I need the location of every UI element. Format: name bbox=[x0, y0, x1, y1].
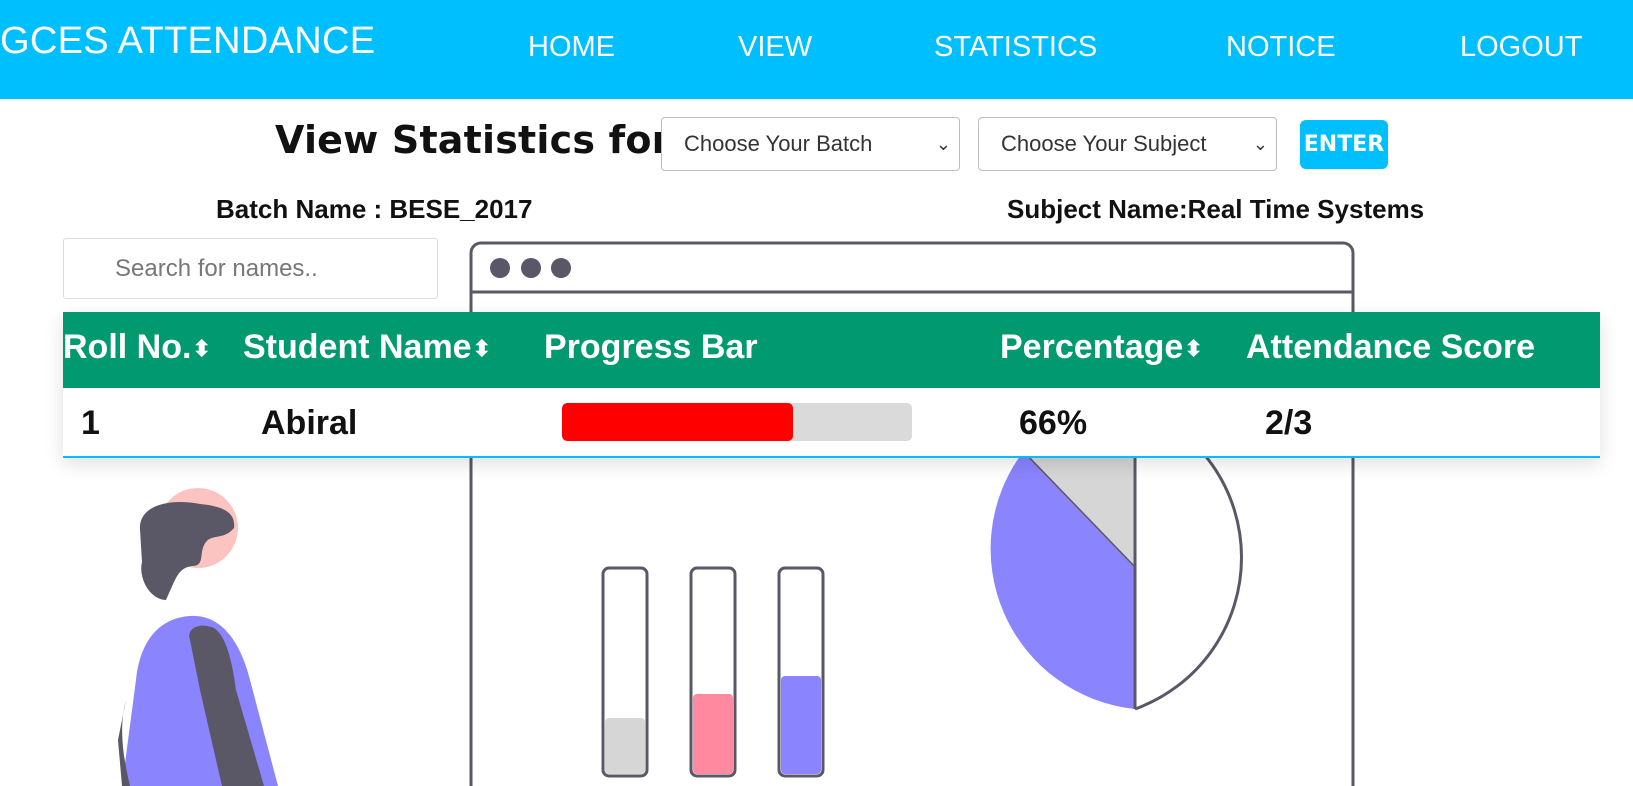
cell-roll: 1 bbox=[81, 404, 100, 442]
bar-fill-1 bbox=[605, 718, 645, 774]
window-dot-icon bbox=[490, 258, 510, 278]
sort-icon[interactable]: ⬍ bbox=[192, 336, 210, 361]
cell-name: Abiral bbox=[261, 404, 358, 442]
cell-percentage: 66% bbox=[1019, 404, 1088, 442]
th-roll-label: Roll No. bbox=[63, 328, 192, 366]
cell-score: 2/3 bbox=[1265, 404, 1313, 442]
attendance-table: Roll No.⬍ Student Name⬍ Progress Bar Per… bbox=[63, 312, 1600, 458]
table-header: Roll No.⬍ Student Name⬍ Progress Bar Per… bbox=[63, 312, 1600, 388]
bar-fill-2 bbox=[693, 694, 733, 774]
bar-fill-3 bbox=[781, 676, 821, 774]
table-row: 1 Abiral 66% 2/3 bbox=[63, 388, 1600, 458]
attendance-progress-bar bbox=[562, 403, 912, 441]
sort-icon[interactable]: ⬍ bbox=[1184, 336, 1202, 361]
th-percentage-label: Percentage bbox=[1000, 328, 1184, 366]
progress-fill bbox=[562, 403, 793, 441]
window-dot-icon bbox=[551, 258, 571, 278]
th-progress: Progress Bar bbox=[544, 328, 758, 366]
th-roll[interactable]: Roll No.⬍ bbox=[63, 328, 211, 367]
th-percentage[interactable]: Percentage⬍ bbox=[1000, 328, 1203, 367]
th-name-label: Student Name bbox=[243, 328, 472, 366]
window-dot-icon bbox=[521, 258, 541, 278]
th-name[interactable]: Student Name⬍ bbox=[243, 328, 491, 367]
sort-icon[interactable]: ⬍ bbox=[473, 336, 491, 361]
th-score: Attendance Score bbox=[1246, 328, 1536, 366]
